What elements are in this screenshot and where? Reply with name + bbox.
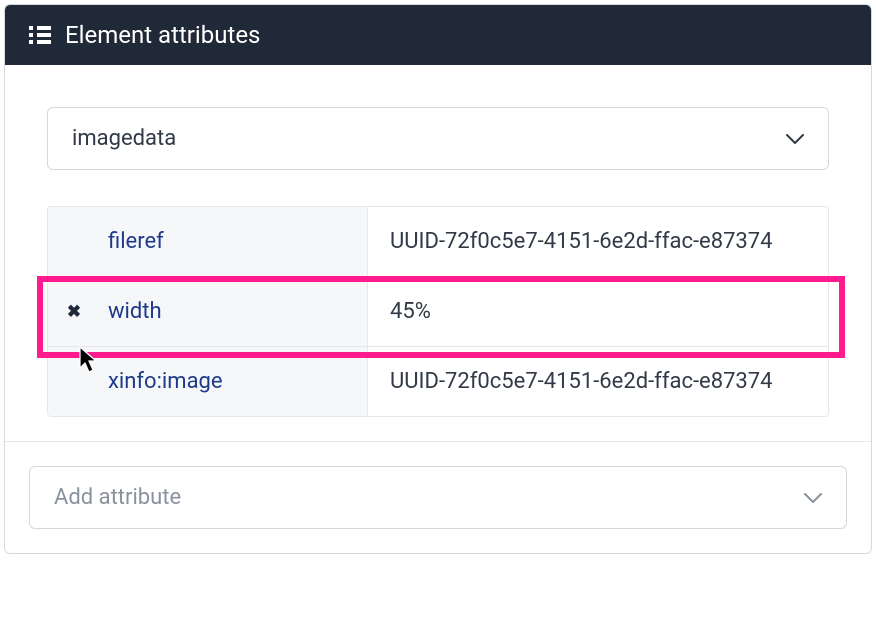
attribute-name-cell: ✖ fileref [48,207,368,276]
chevron-down-icon [804,493,822,503]
panel-body: imagedata ✖ fileref UUID-72f0c5e7-4151-6… [5,65,871,441]
attribute-value-cell[interactable]: UUID-72f0c5e7-4151-6e2d-ffac-e87374 [368,207,828,276]
table-row[interactable]: ✖ xinfo:image UUID-72f0c5e7-4151-6e2d-ff… [48,347,828,416]
element-attributes-panel: Element attributes imagedata ✖ fileref U… [4,4,872,554]
panel-title: Element attributes [65,21,260,49]
element-select[interactable]: imagedata [47,107,829,170]
attribute-value-cell[interactable]: UUID-72f0c5e7-4151-6e2d-ffac-e87374 [368,347,828,416]
attribute-name-cell: ✖ width [48,277,368,346]
attribute-name: width [108,299,162,324]
remove-icon[interactable]: ✖ [66,302,82,322]
list-icon [29,26,51,44]
attributes-table: ✖ fileref UUID-72f0c5e7-4151-6e2d-ffac-e… [47,206,829,417]
attribute-name-cell: ✖ xinfo:image [48,347,368,416]
panel-footer: Add attribute [5,441,871,553]
add-attribute-select[interactable]: Add attribute [29,466,847,529]
attribute-name: fileref [108,229,164,254]
add-attribute-placeholder: Add attribute [54,485,181,510]
attribute-value-cell[interactable]: 45% [368,277,828,346]
table-row[interactable]: ✖ fileref UUID-72f0c5e7-4151-6e2d-ffac-e… [48,207,828,277]
chevron-down-icon [786,134,804,144]
panel-header: Element attributes [5,5,871,65]
element-select-value: imagedata [72,126,176,151]
table-row[interactable]: ✖ width 45% [48,277,828,347]
attribute-name: xinfo:image [108,369,223,394]
